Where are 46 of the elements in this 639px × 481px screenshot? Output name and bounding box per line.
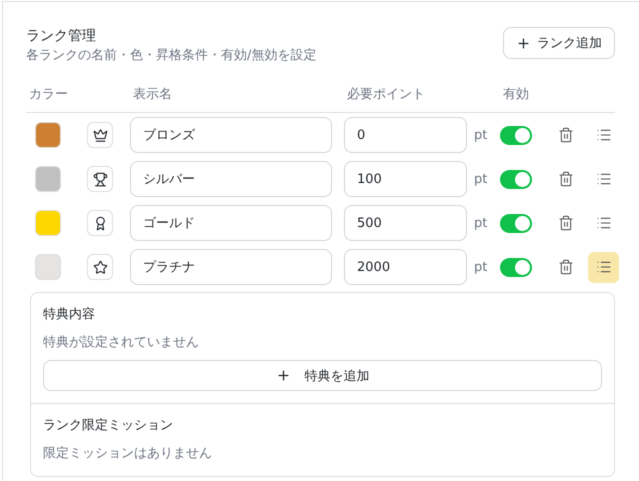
plus-icon	[276, 368, 290, 383]
missions-empty-text: 限定ミッションはありません	[43, 445, 213, 463]
rank-icon	[92, 172, 108, 186]
color-swatch[interactable]	[35, 210, 61, 236]
name-field[interactable]: ブロンズ	[130, 117, 332, 153]
unit-label: pt	[474, 216, 488, 230]
name-field[interactable]: ゴールド	[130, 205, 332, 241]
points-field[interactable]: 2000	[344, 249, 467, 285]
section-subtitle: 各ランクの名前・色・昇格条件・有効/無効を設定	[26, 47, 316, 65]
rank-icon	[92, 260, 108, 274]
color-swatch[interactable]	[35, 166, 61, 192]
enabled-toggle[interactable]	[500, 126, 532, 144]
color-swatch[interactable]	[35, 254, 61, 280]
missions-title: ランク限定ミッション	[43, 417, 174, 435]
column-header: 表示名	[133, 86, 173, 103]
trash-icon	[558, 171, 574, 187]
enabled-toggle[interactable]	[500, 214, 532, 232]
points-field[interactable]: 100	[344, 161, 467, 197]
rank-icon-button[interactable]	[87, 122, 113, 148]
enabled-toggle[interactable]	[500, 258, 532, 276]
benefits-empty-text: 特典が設定されていません	[43, 334, 200, 352]
unit-label: pt	[474, 260, 488, 274]
column-header: 有効	[503, 86, 530, 103]
column-header: カラー	[29, 86, 69, 103]
plus-icon	[516, 36, 531, 50]
name-field[interactable]: シルバー	[130, 161, 332, 197]
enabled-toggle[interactable]	[500, 170, 532, 188]
color-swatch[interactable]	[35, 122, 61, 148]
trash-icon	[558, 215, 574, 231]
rank-icon-button[interactable]	[87, 254, 113, 280]
rank-icon-button[interactable]	[87, 166, 113, 192]
add-rank-button[interactable]: ランク追加	[503, 27, 615, 59]
details-button[interactable]	[588, 252, 619, 282]
rank-icon	[92, 128, 108, 142]
name-field[interactable]: プラチナ	[130, 249, 332, 285]
rank-icon-button[interactable]	[87, 210, 113, 236]
points-field[interactable]: 0	[344, 117, 467, 153]
trash-icon	[558, 259, 574, 275]
benefits-title: 特典内容	[43, 306, 96, 324]
column-header: 必要ポイント	[347, 86, 426, 103]
unit-label: pt	[474, 172, 488, 186]
add-benefit-button[interactable]: 特典を追加	[43, 360, 602, 391]
points-field[interactable]: 500	[344, 205, 467, 241]
unit-label: pt	[474, 128, 488, 142]
section-title: ランク管理	[26, 27, 97, 46]
trash-icon	[558, 127, 574, 143]
